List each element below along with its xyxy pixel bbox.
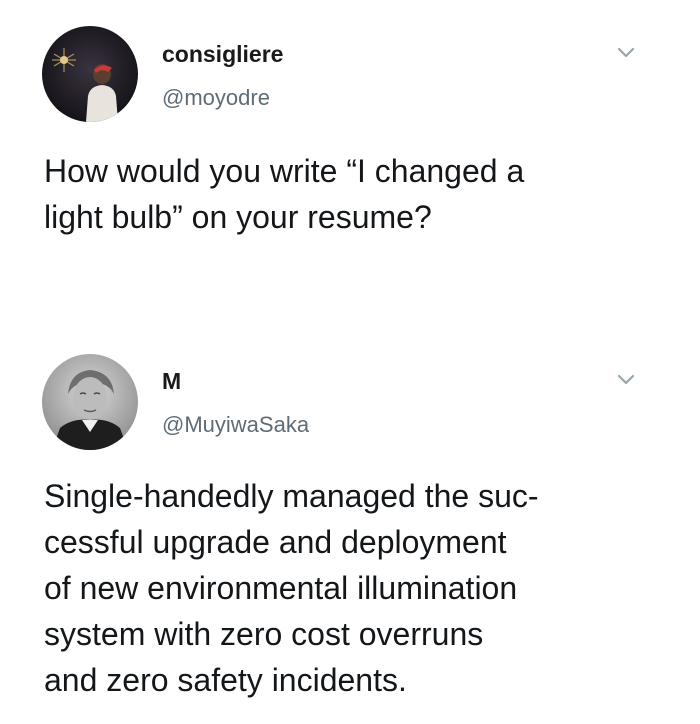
display-name[interactable]: consigliere	[162, 41, 283, 68]
user-handle[interactable]: @moyodre	[162, 85, 270, 111]
tweet-original: consigliere @moyodre How would you write…	[0, 0, 700, 330]
display-name[interactable]: M	[162, 368, 181, 395]
avatar[interactable]	[42, 26, 138, 122]
tweet-reply: M @MuyiwaSaka Single-handedly managed th…	[0, 340, 700, 724]
chevron-down-icon[interactable]	[614, 40, 638, 64]
tweet-text: Single-handedly managed the suc- cessful…	[44, 478, 539, 698]
chevron-down-icon[interactable]	[614, 367, 638, 391]
avatar-dark-portrait-icon	[42, 26, 138, 122]
avatar[interactable]	[42, 354, 138, 450]
avatar-vintage-portrait-icon	[42, 354, 138, 450]
tweet-text: How would you write “I changed a light b…	[44, 153, 525, 235]
user-handle[interactable]: @MuyiwaSaka	[162, 412, 309, 438]
